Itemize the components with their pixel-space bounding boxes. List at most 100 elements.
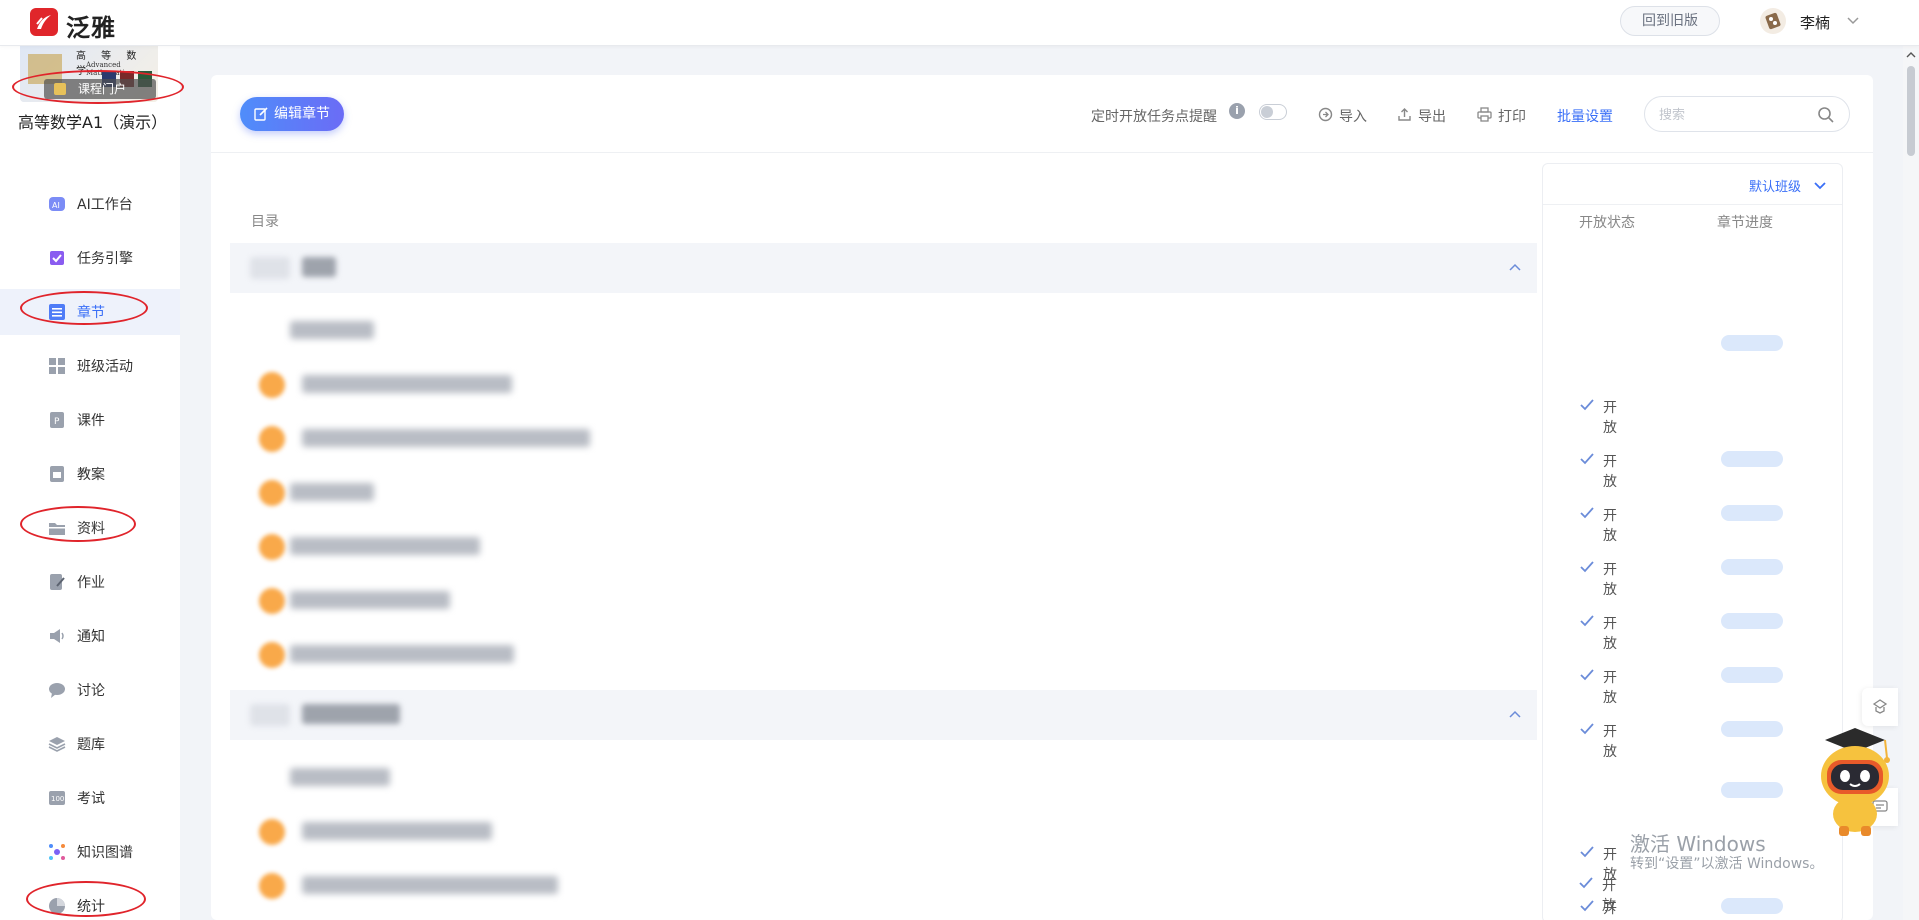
assistant-tool-icon bbox=[1872, 699, 1888, 714]
search-input[interactable] bbox=[1659, 105, 1809, 125]
section-dot-icon bbox=[259, 588, 285, 614]
section-dot-icon bbox=[259, 426, 285, 452]
edit-chapter-label: 编辑章节 bbox=[274, 106, 330, 122]
brand-name: 泛雅 bbox=[66, 14, 116, 42]
chapter-row[interactable] bbox=[230, 243, 1537, 293]
sidebar-item-label: 题库 bbox=[77, 737, 105, 753]
progress-pill bbox=[1721, 667, 1783, 683]
sidebar-item-task-engine[interactable]: 任务引擎 bbox=[0, 235, 180, 281]
course-cover-image[interactable]: 高 等 数 学 Advanced Mathematics 课程门户 bbox=[20, 46, 158, 102]
sidebar-item-label: 任务引擎 bbox=[77, 251, 133, 267]
check-icon bbox=[1580, 399, 1594, 411]
user-name[interactable]: 李楠 bbox=[1800, 12, 1830, 33]
course-portal-label: 课程门户 bbox=[78, 82, 127, 96]
scroll-up-icon[interactable] bbox=[1906, 50, 1916, 60]
page-scrollbar[interactable] bbox=[1903, 46, 1919, 920]
section-row[interactable] bbox=[230, 574, 1537, 628]
check-icon bbox=[1580, 669, 1594, 681]
fanya-logo-icon[interactable] bbox=[30, 8, 58, 36]
sidebar-item-courseware[interactable]: P 课件 bbox=[0, 397, 180, 443]
edit-chapter-button[interactable]: 编辑章节 bbox=[240, 97, 344, 131]
sidebar-item-label: AI工作台 bbox=[77, 197, 133, 213]
sidebar-item-ai-workbench[interactable]: AI AI工作台 bbox=[0, 181, 180, 227]
import-label: 导入 bbox=[1339, 109, 1367, 125]
scrollbar-thumb[interactable] bbox=[1907, 66, 1915, 156]
section-dot-icon bbox=[259, 642, 285, 668]
section-dot-icon bbox=[259, 873, 285, 899]
section-row[interactable] bbox=[230, 751, 1537, 805]
user-avatar[interactable] bbox=[1760, 8, 1786, 34]
statistics-pie-icon bbox=[49, 898, 65, 914]
search-icon[interactable] bbox=[1817, 106, 1835, 124]
sidebar-item-exam[interactable]: 100 考试 bbox=[0, 775, 180, 821]
sidebar-item-class-activity[interactable]: 班级活动 bbox=[0, 343, 180, 389]
sidebar-item-label: 资料 bbox=[77, 521, 105, 537]
windows-activation-hint: 转到“设置”以激活 Windows。 bbox=[1630, 856, 1824, 872]
check-icon bbox=[1580, 900, 1594, 912]
print-icon bbox=[1477, 107, 1492, 122]
section-row[interactable] bbox=[230, 628, 1537, 682]
status-progress-panel: 默认班级 开放状态 章节进度 开放 开放 开放 开放 开放 开放 开放 开放 开… bbox=[1542, 163, 1843, 920]
export-icon bbox=[1398, 108, 1411, 121]
sidebar-item-label: 班级活动 bbox=[77, 359, 133, 375]
timed-reminder-toggle[interactable] bbox=[1259, 104, 1287, 120]
course-portal-button[interactable]: 课程门户 bbox=[44, 79, 156, 99]
class-selector[interactable]: 默认班级 bbox=[1749, 176, 1826, 195]
back-to-old-version-button[interactable]: 回到旧版 bbox=[1620, 6, 1720, 36]
section-row[interactable] bbox=[230, 304, 1537, 358]
chapter-list-icon bbox=[49, 304, 65, 320]
info-icon[interactable]: i bbox=[1229, 103, 1245, 119]
svg-text:P: P bbox=[54, 417, 60, 427]
catalog-header: 目录 bbox=[251, 214, 279, 230]
svg-text:100: 100 bbox=[51, 795, 64, 803]
section-row[interactable] bbox=[230, 805, 1537, 859]
user-menu-chevron-icon[interactable] bbox=[1846, 13, 1860, 27]
sidebar-item-chapter[interactable]: 章节 bbox=[0, 289, 180, 335]
print-label: 打印 bbox=[1498, 109, 1526, 125]
chevron-up-icon[interactable] bbox=[1508, 708, 1522, 722]
sidebar-item-lesson-plan[interactable]: 教案 bbox=[0, 451, 180, 497]
knowledge-graph-icon bbox=[49, 844, 65, 860]
check-icon bbox=[1580, 615, 1594, 627]
sidebar-item-label: 统计 bbox=[77, 899, 105, 915]
section-row[interactable] bbox=[230, 358, 1537, 412]
exam-icon: 100 bbox=[49, 791, 65, 805]
export-label: 导出 bbox=[1418, 109, 1446, 125]
toolbar-divider bbox=[211, 152, 1873, 153]
sidebar-item-label: 章节 bbox=[77, 305, 105, 321]
sidebar-item-label: 讨论 bbox=[77, 683, 105, 699]
sidebar-item-statistics[interactable]: 统计 bbox=[0, 883, 180, 920]
progress-pill bbox=[1721, 613, 1783, 629]
sidebar-item-materials[interactable]: 资料 bbox=[0, 505, 180, 551]
progress-pill bbox=[1721, 898, 1783, 914]
sidebar-item-homework[interactable]: 作业 bbox=[0, 559, 180, 605]
sidebar-item-label: 通知 bbox=[77, 629, 105, 645]
section-dot-icon bbox=[259, 480, 285, 506]
section-row[interactable] bbox=[230, 412, 1537, 466]
sidebar-item-question-bank[interactable]: 题库 bbox=[0, 721, 180, 767]
check-icon bbox=[1580, 507, 1594, 519]
chevron-up-icon[interactable] bbox=[1508, 261, 1522, 275]
task-engine-icon bbox=[50, 251, 64, 265]
homework-icon bbox=[50, 574, 65, 590]
section-dot-icon bbox=[259, 819, 285, 845]
batch-settings-link[interactable]: 批量设置 bbox=[1557, 106, 1613, 126]
search-box bbox=[1644, 96, 1850, 132]
progress-pill bbox=[1721, 559, 1783, 575]
question-bank-icon bbox=[48, 737, 66, 752]
section-row[interactable] bbox=[230, 466, 1537, 520]
chapter-row[interactable] bbox=[230, 690, 1537, 740]
sidebar-item-discussion[interactable]: 讨论 bbox=[0, 667, 180, 713]
ai-assistant-robot-icon[interactable] bbox=[1803, 720, 1903, 838]
sidebar-item-knowledge-graph[interactable]: 知识图谱 bbox=[0, 829, 180, 875]
section-row[interactable] bbox=[230, 520, 1537, 574]
portal-icon bbox=[54, 83, 66, 95]
top-bar: 泛雅 回到旧版 李楠 bbox=[0, 0, 1919, 46]
chevron-down-icon bbox=[1814, 182, 1826, 190]
section-row[interactable] bbox=[230, 859, 1537, 913]
check-icon bbox=[1580, 453, 1594, 465]
course-title: 高等数学A1（演示） bbox=[18, 113, 168, 132]
sidebar-item-notice[interactable]: 通知 bbox=[0, 613, 180, 659]
notice-speaker-icon bbox=[50, 629, 64, 643]
check-icon bbox=[1580, 846, 1594, 858]
